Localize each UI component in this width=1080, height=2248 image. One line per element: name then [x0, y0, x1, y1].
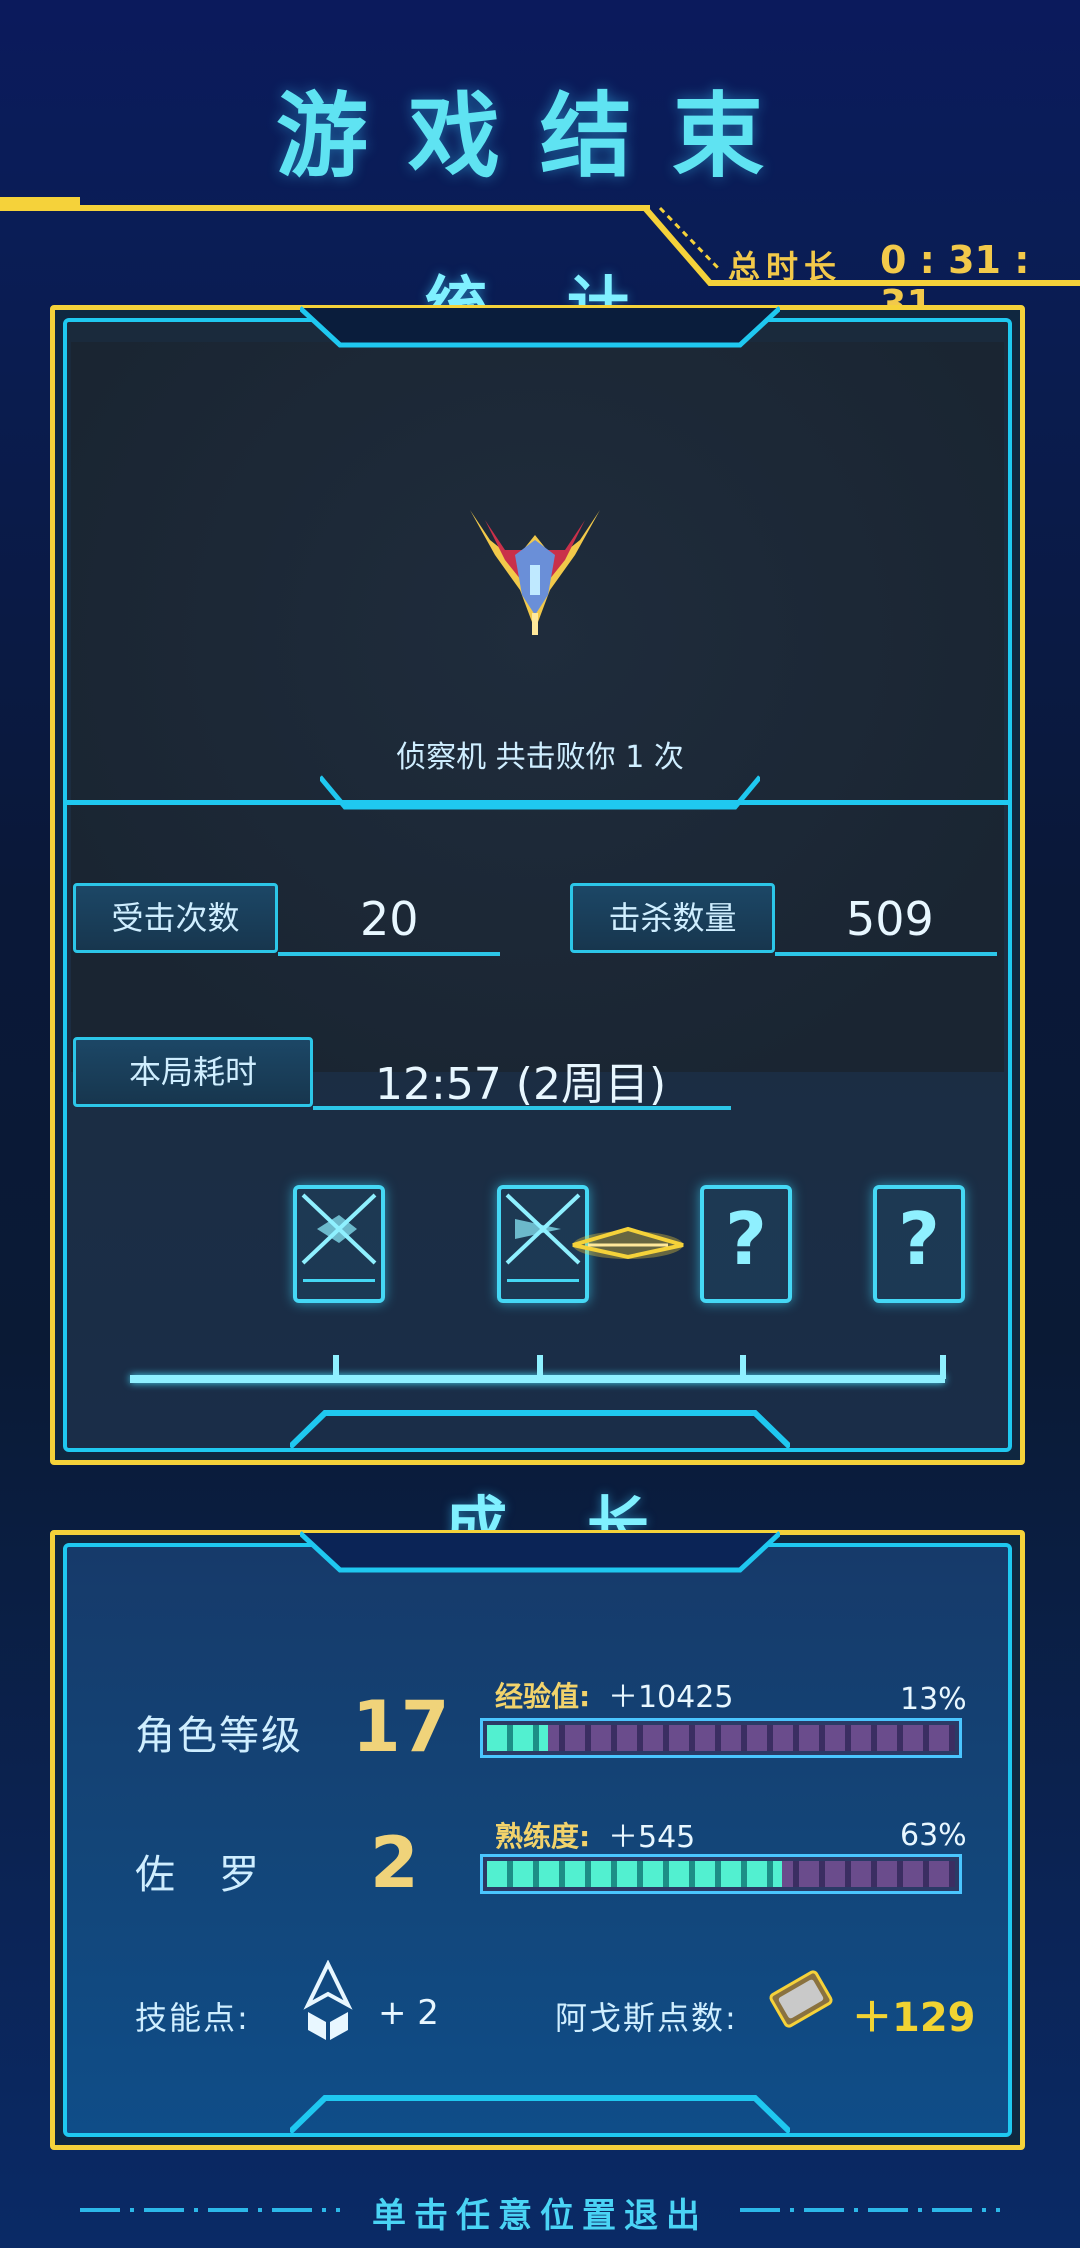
total-time-label: 总时长 [728, 248, 843, 286]
exp-bar-fill [487, 1725, 548, 1751]
defeat-count-text: 侦察机 共击败你 1 次 [396, 740, 684, 775]
round-time-label: 本局耗时 [73, 1037, 313, 1107]
progress-card-unknown-2: ? [873, 1185, 965, 1303]
proficiency-bar-fill [487, 1861, 782, 1887]
hits-underline [278, 952, 500, 956]
level-label: 角色等级 [135, 1713, 303, 1759]
skill-points-label: 技能点: [135, 1999, 250, 2037]
progress-tick [940, 1355, 946, 1379]
proficiency-gain: ＋545 [608, 1820, 696, 1855]
current-position-ship-icon [572, 1226, 684, 1260]
hits-value: 20 [360, 892, 419, 946]
progress-tick [740, 1355, 746, 1379]
argos-ticket-icon [769, 1970, 833, 2028]
stats-panel-notch [300, 306, 780, 348]
game-over-title: 游戏结束 [275, 83, 804, 190]
progress-tick [333, 1355, 339, 1379]
scout-ship-sprite [470, 510, 600, 635]
progress-tick [537, 1355, 543, 1379]
round-time-value: 12:57 (2周目) [375, 1059, 667, 1110]
ship-display-area [71, 342, 1004, 1072]
kills-value: 509 [846, 892, 934, 946]
skill-gem-icon [303, 1960, 353, 2040]
exit-hint[interactable]: 单击任意位置退出 [0, 2188, 1080, 2237]
exp-percent: 13% [900, 1682, 967, 1717]
proficiency-percent: 63% [900, 1818, 967, 1853]
exp-label: 经验值: [495, 1680, 591, 1713]
skill-points-value: + 2 [378, 1993, 439, 2033]
proficiency-label: 熟练度: [495, 1820, 591, 1853]
card-footer [303, 1279, 375, 1293]
exp-bar [480, 1718, 962, 1758]
kills-underline [775, 952, 997, 956]
progress-card-unknown-1: ? [700, 1185, 792, 1303]
crossed-ship-icon [301, 1193, 377, 1265]
exp-gain: ＋10425 [608, 1680, 734, 1715]
hits-label: 受击次数 [73, 883, 278, 953]
round-time-underline [313, 1106, 731, 1110]
card-footer [507, 1279, 579, 1293]
growth-panel-notch [300, 1531, 780, 1573]
level-value: 17 [352, 1686, 450, 1768]
kills-label: 击杀数量 [570, 883, 775, 953]
middle-divider-notch [320, 775, 760, 810]
progress-card-cleared-1 [293, 1185, 385, 1303]
character-name-label: 佐 罗 [135, 1852, 261, 1898]
character-level-value: 2 [370, 1822, 419, 1904]
proficiency-bar [480, 1854, 962, 1894]
growth-panel-bottom-notch [290, 2095, 790, 2135]
argos-points-label: 阿戈斯点数: [555, 1999, 738, 2037]
argos-points-value: ＋129 [852, 1995, 976, 2041]
stats-panel-bottom-notch [290, 1410, 790, 1450]
